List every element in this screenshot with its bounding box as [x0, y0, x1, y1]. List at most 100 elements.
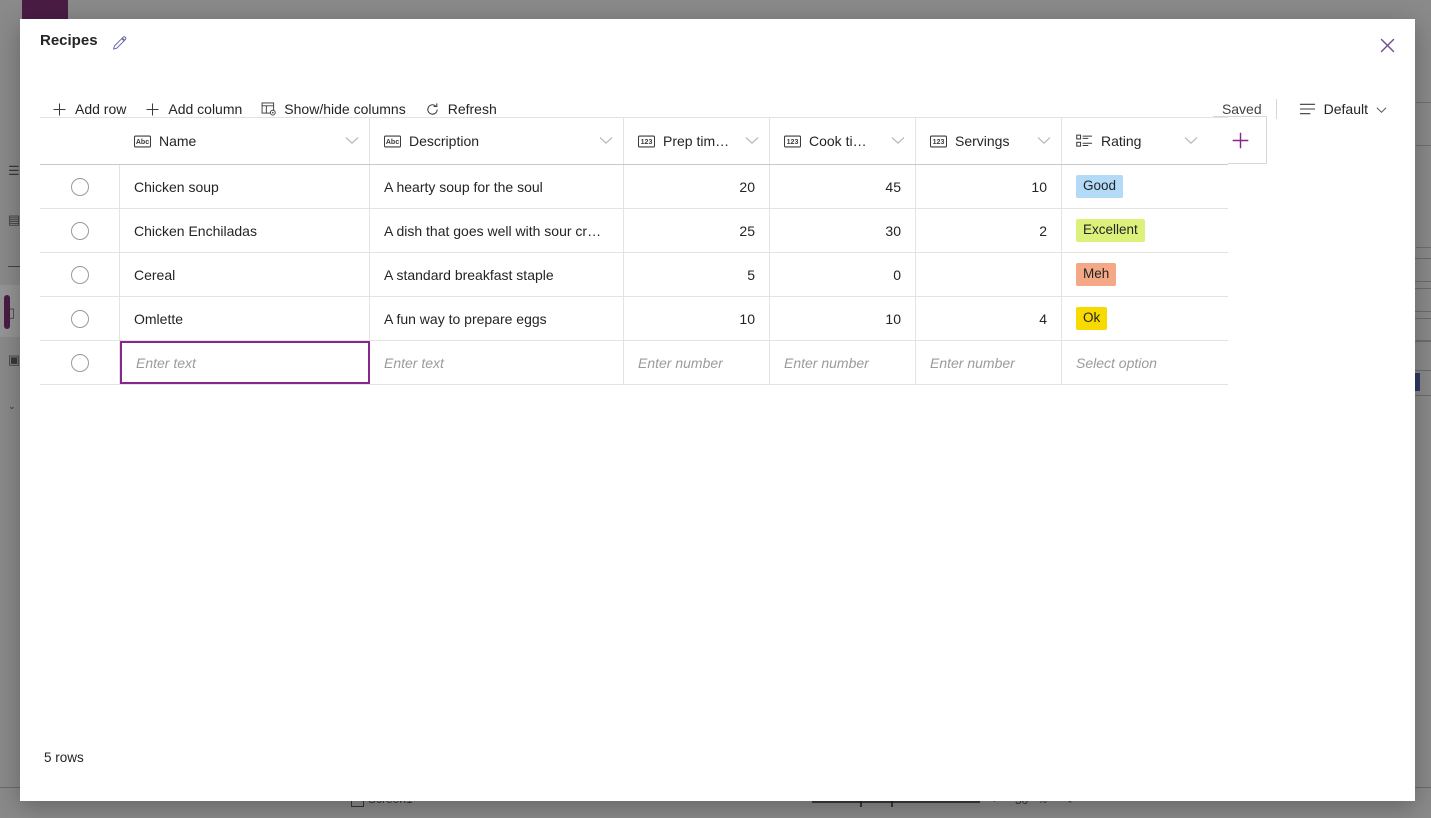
cell-value: 2 — [1039, 223, 1047, 239]
cell-name[interactable]: Cereal — [120, 253, 370, 296]
cell-value: 4 — [1039, 311, 1047, 327]
row-select-button[interactable] — [40, 209, 120, 252]
placeholder-text: Enter number — [930, 355, 1015, 371]
cell-value: Cereal — [134, 267, 175, 283]
divider — [1276, 99, 1277, 119]
column-header-label: Servings — [955, 133, 1009, 149]
cell-value: 10 — [1031, 179, 1047, 195]
cell-cook-time[interactable]: 0 — [770, 253, 916, 296]
view-selector-button[interactable]: Default — [1291, 93, 1395, 125]
cell-value: 5 — [747, 267, 755, 283]
cell-description[interactable]: A dish that goes well with sour cr… — [370, 209, 624, 252]
new-row-name-input[interactable]: Enter text — [120, 341, 370, 384]
cell-rating[interactable]: Excellent — [1062, 209, 1208, 252]
close-dialog-button[interactable] — [1371, 29, 1403, 61]
grid-header-row: Abc Name Abc Description — [40, 117, 1228, 165]
cell-rating[interactable]: Good — [1062, 165, 1208, 208]
chevron-down-icon — [1037, 132, 1051, 150]
column-header-cook-time[interactable]: 123 Cook ti… — [770, 118, 916, 164]
cell-cook-time[interactable]: 30 — [770, 209, 916, 252]
new-row: Enter text Enter text Enter number Enter… — [40, 341, 1228, 385]
chevron-down-icon — [1184, 132, 1198, 150]
placeholder-text: Enter number — [638, 355, 723, 371]
new-row-prep-input[interactable]: Enter number — [624, 341, 770, 384]
123-icon: 123 — [638, 134, 655, 148]
cell-value: Omlette — [134, 311, 183, 327]
pencil-icon — [111, 35, 128, 52]
row-select-button[interactable] — [40, 253, 120, 296]
dialog-title-bar: Recipes — [20, 19, 1415, 67]
cell-value: A dish that goes well with sour cr… — [384, 223, 601, 239]
cell-servings[interactable]: 4 — [916, 297, 1062, 340]
cell-description[interactable]: A hearty soup for the soul — [370, 165, 624, 208]
cell-value: Chicken soup — [134, 179, 219, 195]
radio-icon — [71, 310, 89, 328]
cell-prep-time[interactable]: 20 — [624, 165, 770, 208]
chevron-down-icon — [745, 132, 759, 150]
status-badge: Excellent — [1076, 219, 1145, 242]
cell-rating[interactable]: Ok — [1062, 297, 1208, 340]
column-header-name[interactable]: Abc Name — [120, 118, 370, 164]
new-row-rating-select[interactable]: Select option — [1062, 341, 1208, 384]
refresh-label: Refresh — [448, 101, 497, 117]
cell-name[interactable]: Omlette — [120, 297, 370, 340]
cell-cook-time[interactable]: 45 — [770, 165, 916, 208]
cell-prep-time[interactable]: 25 — [624, 209, 770, 252]
radio-icon — [71, 222, 89, 240]
background-divider — [1416, 145, 1431, 146]
cell-value: A fun way to prepare eggs — [384, 311, 547, 327]
cell-value: 20 — [739, 179, 755, 195]
select-all-header[interactable] — [40, 118, 120, 164]
status-badge: Good — [1076, 175, 1123, 198]
row-select-button[interactable] — [40, 165, 120, 208]
view-selector-label: Default — [1324, 101, 1368, 117]
cell-prep-time[interactable]: 10 — [624, 297, 770, 340]
new-row-cook-input[interactable]: Enter number — [770, 341, 916, 384]
cell-value: A standard breakfast staple — [384, 267, 554, 283]
table-row: Omlette A fun way to prepare eggs 10 10 … — [40, 297, 1228, 341]
dialog-title: Recipes — [40, 32, 98, 49]
data-grid: Abc Name Abc Description — [40, 117, 1228, 385]
cell-cook-time[interactable]: 10 — [770, 297, 916, 340]
recipes-data-dialog: Recipes Add row — [20, 19, 1415, 801]
column-header-prep-time[interactable]: 123 Prep tim… — [624, 118, 770, 164]
cell-value: 10 — [885, 311, 901, 327]
background-divider — [1416, 247, 1431, 248]
refresh-icon — [424, 101, 441, 118]
column-header-label: Prep tim… — [663, 133, 729, 149]
cell-servings[interactable]: 2 — [916, 209, 1062, 252]
row-count-label: 5 rows — [44, 750, 84, 765]
svg-text:Abc: Abc — [386, 139, 399, 146]
cell-prep-time[interactable]: 5 — [624, 253, 770, 296]
cell-name[interactable]: Chicken Enchiladas — [120, 209, 370, 252]
choice-list-icon — [1076, 134, 1093, 148]
save-status: Saved — [1222, 101, 1274, 117]
cell-value: 45 — [885, 179, 901, 195]
status-badge: Meh — [1076, 263, 1116, 286]
radio-icon — [71, 266, 89, 284]
svg-text:123: 123 — [933, 139, 945, 146]
cell-description[interactable]: A fun way to prepare eggs — [370, 297, 624, 340]
cell-name[interactable]: Chicken soup — [120, 165, 370, 208]
row-select-button[interactable] — [40, 341, 120, 384]
column-header-label: Name — [159, 133, 196, 149]
edit-title-button[interactable] — [106, 31, 132, 55]
column-header-servings[interactable]: 123 Servings — [916, 118, 1062, 164]
cell-value: A hearty soup for the soul — [384, 179, 543, 195]
cell-servings[interactable]: 10 — [916, 165, 1062, 208]
radio-icon — [71, 354, 89, 372]
view-list-icon — [1299, 101, 1316, 118]
column-header-label: Cook ti… — [809, 133, 867, 149]
column-header-description[interactable]: Abc Description — [370, 118, 624, 164]
new-row-description-input[interactable]: Enter text — [370, 341, 624, 384]
abc-icon: Abc — [134, 134, 151, 148]
plus-icon — [51, 101, 68, 118]
cell-servings[interactable] — [916, 253, 1062, 296]
column-header-rating[interactable]: Rating — [1062, 118, 1208, 164]
new-row-servings-input[interactable]: Enter number — [916, 341, 1062, 384]
cell-rating[interactable]: Meh — [1062, 253, 1208, 296]
chevron-down-icon — [599, 132, 613, 150]
row-select-button[interactable] — [40, 297, 120, 340]
chevron-down-icon — [1376, 101, 1387, 117]
cell-description[interactable]: A standard breakfast staple — [370, 253, 624, 296]
